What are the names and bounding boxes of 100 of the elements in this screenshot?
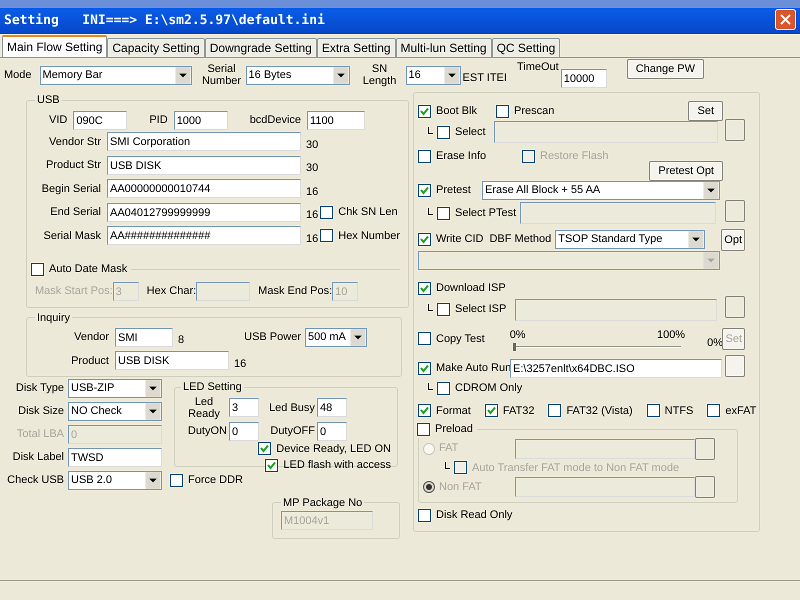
- close-button[interactable]: [775, 9, 796, 30]
- checkbox[interactable]: Select ISP: [437, 301, 511, 318]
- label: Disk Label: [12, 450, 65, 466]
- mode-dropdown[interactable]: Memory Bar: [40, 66, 192, 84]
- label: Mask End Pos:: [258, 284, 332, 299]
- browse-button[interactable]: [725, 200, 745, 222]
- checkbox[interactable]: Erase Info: [418, 148, 522, 164]
- checkbox[interactable]: Preload: [417, 421, 473, 438]
- dropdown[interactable]: USB-ZIP: [68, 379, 162, 398]
- checkmark-icon: [420, 284, 429, 293]
- text-field[interactable]: [515, 438, 695, 458]
- text-field[interactable]: [494, 121, 718, 143]
- text-field[interactable]: 48: [317, 398, 347, 417]
- slider-thumb[interactable]: [512, 343, 516, 351]
- text-field[interactable]: E:\3257enlt\x64DBC.ISO: [510, 359, 722, 378]
- dropdown[interactable]: TSOP Standard Type: [555, 230, 706, 249]
- checkmark-icon: [420, 106, 429, 116]
- tab[interactable]: Main Flow Setting: [2, 35, 108, 57]
- slider-min-label: 0%: [510, 328, 526, 342]
- dropdown[interactable]: 16 Bytes: [246, 66, 350, 84]
- change-pw-button[interactable]: Change PW: [626, 59, 704, 79]
- text-field[interactable]: SMI: [115, 328, 173, 347]
- browse-button[interactable]: [695, 438, 715, 460]
- label: Serial Mask: [42, 228, 101, 244]
- checkbox[interactable]: Disk Read Only: [418, 507, 723, 524]
- checkbox[interactable]: exFAT: [707, 402, 756, 419]
- checkmark-icon: [420, 406, 429, 416]
- text-field[interactable]: 1100: [307, 110, 366, 130]
- checkbox[interactable]: FAT32: [484, 402, 534, 419]
- label: Begin Serial: [40, 182, 101, 196]
- text-field[interactable]: 090C: [73, 110, 128, 130]
- dropdown[interactable]: NO Check: [68, 402, 162, 421]
- length-count: 30: [306, 138, 318, 152]
- tab[interactable]: Multi-lun Setting: [396, 38, 492, 57]
- checkbox[interactable]: Write CID: [418, 231, 484, 248]
- checkbox[interactable]: Boot Blk: [418, 102, 496, 120]
- text-field[interactable]: 3: [229, 398, 259, 417]
- label: Hex Char:: [146, 284, 196, 299]
- checkbox[interactable]: Format: [418, 402, 471, 419]
- checkbox[interactable]: Pretest: [418, 182, 482, 199]
- checkbox[interactable]: Download ISP: [418, 280, 723, 296]
- text-field[interactable]: 10000: [560, 68, 607, 88]
- copy-test-slider[interactable]: [514, 343, 682, 351]
- empty-dropdown[interactable]: [418, 251, 720, 270]
- checkbox[interactable]: Select PTest: [437, 204, 516, 222]
- browse-button[interactable]: [695, 476, 715, 498]
- checkbox[interactable]: FAT32 (Vista): [548, 402, 633, 419]
- text-field[interactable]: SMI Corporation: [107, 132, 301, 152]
- checkbox[interactable]: NTFS: [646, 402, 694, 419]
- group-title: Inquiry: [37, 312, 70, 324]
- dropdown[interactable]: 16: [406, 66, 461, 84]
- checkbox[interactable]: Select: [437, 124, 486, 140]
- text-field[interactable]: 0: [229, 422, 259, 440]
- tab[interactable]: Extra Setting: [316, 38, 396, 57]
- text-field[interactable]: AA##############: [107, 226, 301, 246]
- dropdown[interactable]: Erase All Block + 55 AA: [482, 181, 720, 200]
- checkbox[interactable]: Copy Test: [418, 330, 510, 347]
- tab[interactable]: Downgrade Setting: [204, 38, 317, 57]
- checkbox[interactable]: Chk SN Len: [320, 204, 398, 220]
- text-field[interactable]: USB DISK: [107, 156, 301, 175]
- length-count: 16: [306, 232, 318, 246]
- browse-button[interactable]: [725, 296, 745, 318]
- text-field[interactable]: 0: [317, 422, 347, 440]
- dropdown[interactable]: 500 mA: [304, 328, 367, 347]
- checkbox[interactable]: Force DDR: [170, 472, 244, 488]
- text-field[interactable]: [196, 282, 250, 300]
- browse-button[interactable]: [725, 118, 745, 141]
- text-field[interactable]: AA00000000010744: [107, 179, 301, 198]
- text-field[interactable]: [515, 477, 695, 497]
- tab[interactable]: Capacity Setting: [107, 38, 205, 57]
- length-count: 30: [306, 161, 318, 176]
- sn-length-label: SN Length: [362, 63, 398, 87]
- checkmark-icon: [420, 364, 429, 373]
- close-icon: [780, 14, 791, 25]
- checkbox[interactable]: Auto Date Mask: [31, 261, 128, 278]
- text-field[interactable]: [520, 202, 716, 224]
- text-field[interactable]: 1000: [174, 110, 228, 130]
- checkbox[interactable]: Hex Number: [320, 228, 400, 244]
- text-field[interactable]: USB DISK: [115, 351, 229, 370]
- checkmark-icon: [420, 235, 429, 244]
- pretest-opt-button[interactable]: Pretest Opt: [649, 161, 723, 181]
- label: PID: [149, 112, 168, 128]
- tab[interactable]: QC Setting: [492, 38, 560, 57]
- dropdown[interactable]: USB 2.0: [68, 471, 162, 490]
- timeout-label: TimeOut: [516, 60, 559, 75]
- text-field[interactable]: TWSD: [68, 448, 162, 467]
- label: bcdDevice: [250, 112, 302, 128]
- browse-button[interactable]: [725, 355, 745, 378]
- checkbox[interactable]: Prescan: [496, 102, 554, 120]
- checkbox[interactable]: Device Ready, LED ON: [258, 440, 391, 457]
- checkbox[interactable]: CDROM Only: [437, 380, 522, 396]
- length-count: 16: [306, 184, 318, 200]
- text-field[interactable]: AA04012799999999: [107, 202, 301, 222]
- checkmark-icon: [420, 186, 429, 195]
- label: Disk Size: [17, 404, 65, 420]
- text-field[interactable]: [515, 298, 717, 320]
- checkbox[interactable]: LED flash with access: [265, 457, 391, 474]
- opt-button[interactable]: Opt: [721, 228, 745, 250]
- set-button[interactable]: Set: [688, 101, 723, 121]
- label: USB Power: [244, 330, 301, 345]
